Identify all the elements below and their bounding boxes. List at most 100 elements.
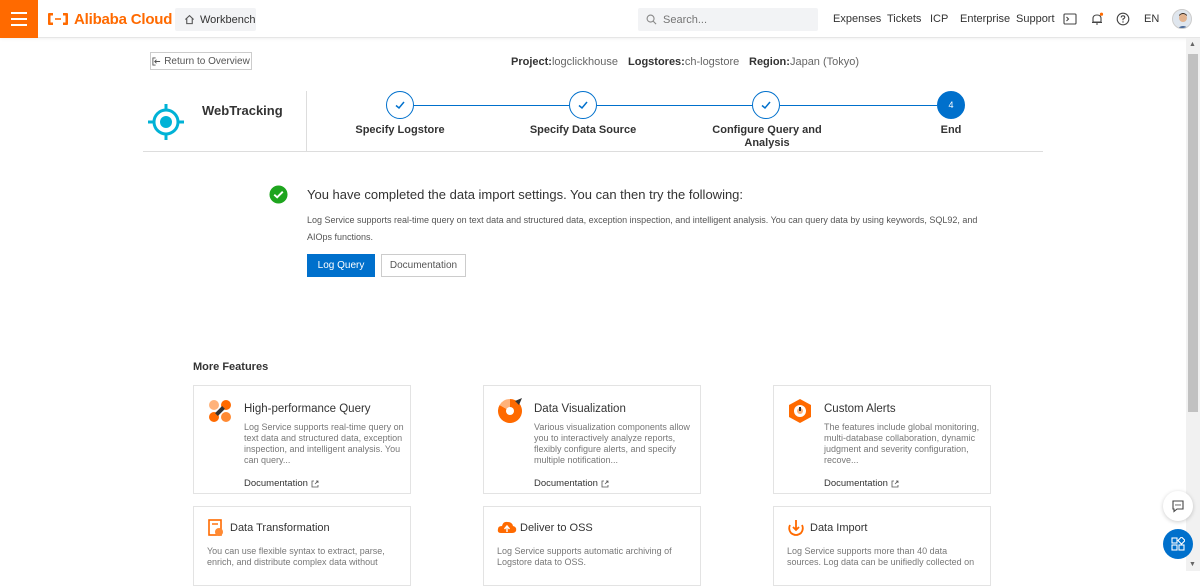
brand-name: Alibaba Cloud xyxy=(74,10,173,28)
import-icon xyxy=(788,520,804,536)
step-4-indicator: 4 xyxy=(937,91,965,119)
region-value: Japan (Tokyo) xyxy=(789,56,860,68)
card-title: Custom Alerts xyxy=(824,403,896,415)
brand-logo[interactable]: Alibaba Cloud xyxy=(47,9,172,29)
alibaba-cloud-logo-icon xyxy=(48,13,68,25)
logstores-label: Logstores: xyxy=(628,56,685,68)
step-3-indicator xyxy=(752,91,780,119)
step-2-indicator xyxy=(569,91,597,119)
card-title: Data Import xyxy=(810,522,868,534)
user-avatar[interactable] xyxy=(1172,9,1192,29)
step-1-indicator xyxy=(386,91,414,119)
query-icon xyxy=(209,400,231,422)
card-documentation-link[interactable]: Documentation xyxy=(534,478,609,489)
documentation-button[interactable]: Documentation xyxy=(381,254,466,277)
step-connector xyxy=(414,105,569,106)
global-search[interactable] xyxy=(638,8,818,31)
check-icon xyxy=(761,101,771,110)
apps-grid-icon xyxy=(1171,537,1185,551)
transformation-icon xyxy=(208,519,223,536)
workbench-button[interactable]: Workbench xyxy=(175,8,256,31)
card-description: Various visualization components allow y… xyxy=(534,422,690,465)
nav-link-expenses[interactable]: Expenses xyxy=(833,13,881,25)
visualization-icon xyxy=(497,398,522,423)
chat-support-button[interactable] xyxy=(1163,491,1193,521)
check-icon xyxy=(395,101,405,110)
return-icon xyxy=(152,56,161,66)
project-info: Project:logclickhouse xyxy=(511,56,618,68)
step-4-label: End xyxy=(940,124,962,136)
feature-card-oss[interactable]: Deliver to OSS Log Service supports auto… xyxy=(483,506,701,586)
scrollbar-thumb[interactable] xyxy=(1188,54,1198,412)
step-connector xyxy=(780,105,937,106)
alert-icon xyxy=(789,399,811,423)
header-divider xyxy=(306,91,307,151)
home-icon xyxy=(184,14,195,25)
external-link-icon xyxy=(891,480,899,487)
step-connector xyxy=(597,105,752,106)
step-3-label: Configure Query and Analysis xyxy=(712,124,822,149)
oss-icon xyxy=(497,521,517,533)
logstores-value: ch-logstore xyxy=(684,56,740,68)
card-title: Deliver to OSS xyxy=(520,522,593,534)
top-navigation-bar: Alibaba Cloud Workbench Expenses Tickets… xyxy=(0,0,1200,38)
card-title: Data Visualization xyxy=(534,403,626,415)
apps-menu-button[interactable] xyxy=(1163,529,1193,559)
card-description: Log Service supports more than 40 data s… xyxy=(787,546,975,567)
wizard-title: WebTracking xyxy=(202,103,283,118)
region-label: Region: xyxy=(749,56,790,68)
project-value: logclickhouse xyxy=(551,56,619,68)
menu-toggle-button[interactable] xyxy=(0,0,38,38)
webtracking-target-icon xyxy=(148,104,184,140)
help-icon[interactable] xyxy=(1116,12,1130,26)
feature-card-visualization[interactable]: Data Visualization Various visualization… xyxy=(483,385,701,494)
card-title: High-performance Query xyxy=(244,403,371,415)
menu-line xyxy=(11,18,27,20)
step-2-label: Specify Data Source xyxy=(529,124,637,136)
feature-card-transformation[interactable]: Data Transformation You can use flexible… xyxy=(193,506,411,586)
search-icon xyxy=(646,14,657,25)
bell-icon[interactable] xyxy=(1090,12,1104,26)
card-description: You can use flexible syntax to extract, … xyxy=(207,546,385,567)
step-number: 4 xyxy=(948,100,954,110)
card-title: Data Transformation xyxy=(230,522,330,534)
card-description: The features include global monitoring, … xyxy=(824,422,980,465)
external-link-icon xyxy=(601,480,609,487)
nav-link-support[interactable]: Support xyxy=(1016,13,1055,25)
scroll-up-icon[interactable]: ▲ xyxy=(1189,41,1196,48)
nav-link-tickets[interactable]: Tickets xyxy=(887,13,921,25)
menu-line xyxy=(11,24,27,26)
external-link-icon xyxy=(311,480,319,487)
step-1-label: Specify Logstore xyxy=(355,124,445,136)
language-switch[interactable]: EN xyxy=(1144,13,1159,25)
return-label: Return to Overview xyxy=(164,55,250,67)
feature-card-query[interactable]: High-performance Query Log Service suppo… xyxy=(193,385,411,494)
terminal-icon[interactable] xyxy=(1063,12,1077,26)
nav-link-enterprise[interactable]: Enterprise xyxy=(960,13,1010,25)
card-description: Log Service supports real-time query on … xyxy=(244,422,404,465)
project-label: Project: xyxy=(511,56,552,68)
documentation-label: Documentation xyxy=(534,478,598,489)
check-icon xyxy=(578,101,588,110)
card-documentation-link[interactable]: Documentation xyxy=(244,478,319,489)
more-features-title: More Features xyxy=(193,361,269,373)
success-description: Log Service supports real-time query on … xyxy=(307,215,978,242)
card-documentation-link[interactable]: Documentation xyxy=(824,478,899,489)
menu-line xyxy=(11,12,27,14)
logstores-info: Logstores:ch-logstore xyxy=(628,56,739,68)
feature-card-import[interactable]: Data Import Log Service supports more th… xyxy=(773,506,991,586)
success-title: You have completed the data import setti… xyxy=(307,187,744,202)
success-check-icon xyxy=(269,185,288,204)
log-query-button[interactable]: Log Query xyxy=(307,254,375,277)
nav-link-icp[interactable]: ICP xyxy=(930,13,948,25)
return-to-overview-button[interactable]: Return to Overview xyxy=(150,52,252,70)
header-bottom-divider xyxy=(143,151,1043,152)
workbench-label: Workbench xyxy=(200,13,256,26)
chat-icon xyxy=(1172,500,1184,513)
avatar-icon xyxy=(1173,10,1191,28)
feature-card-alerts[interactable]: Custom Alerts The features include globa… xyxy=(773,385,991,494)
documentation-label: Documentation xyxy=(244,478,308,489)
card-description: Log Service supports automatic archiving… xyxy=(497,546,672,567)
search-input[interactable] xyxy=(663,13,803,26)
scroll-down-icon[interactable]: ▼ xyxy=(1189,561,1196,568)
